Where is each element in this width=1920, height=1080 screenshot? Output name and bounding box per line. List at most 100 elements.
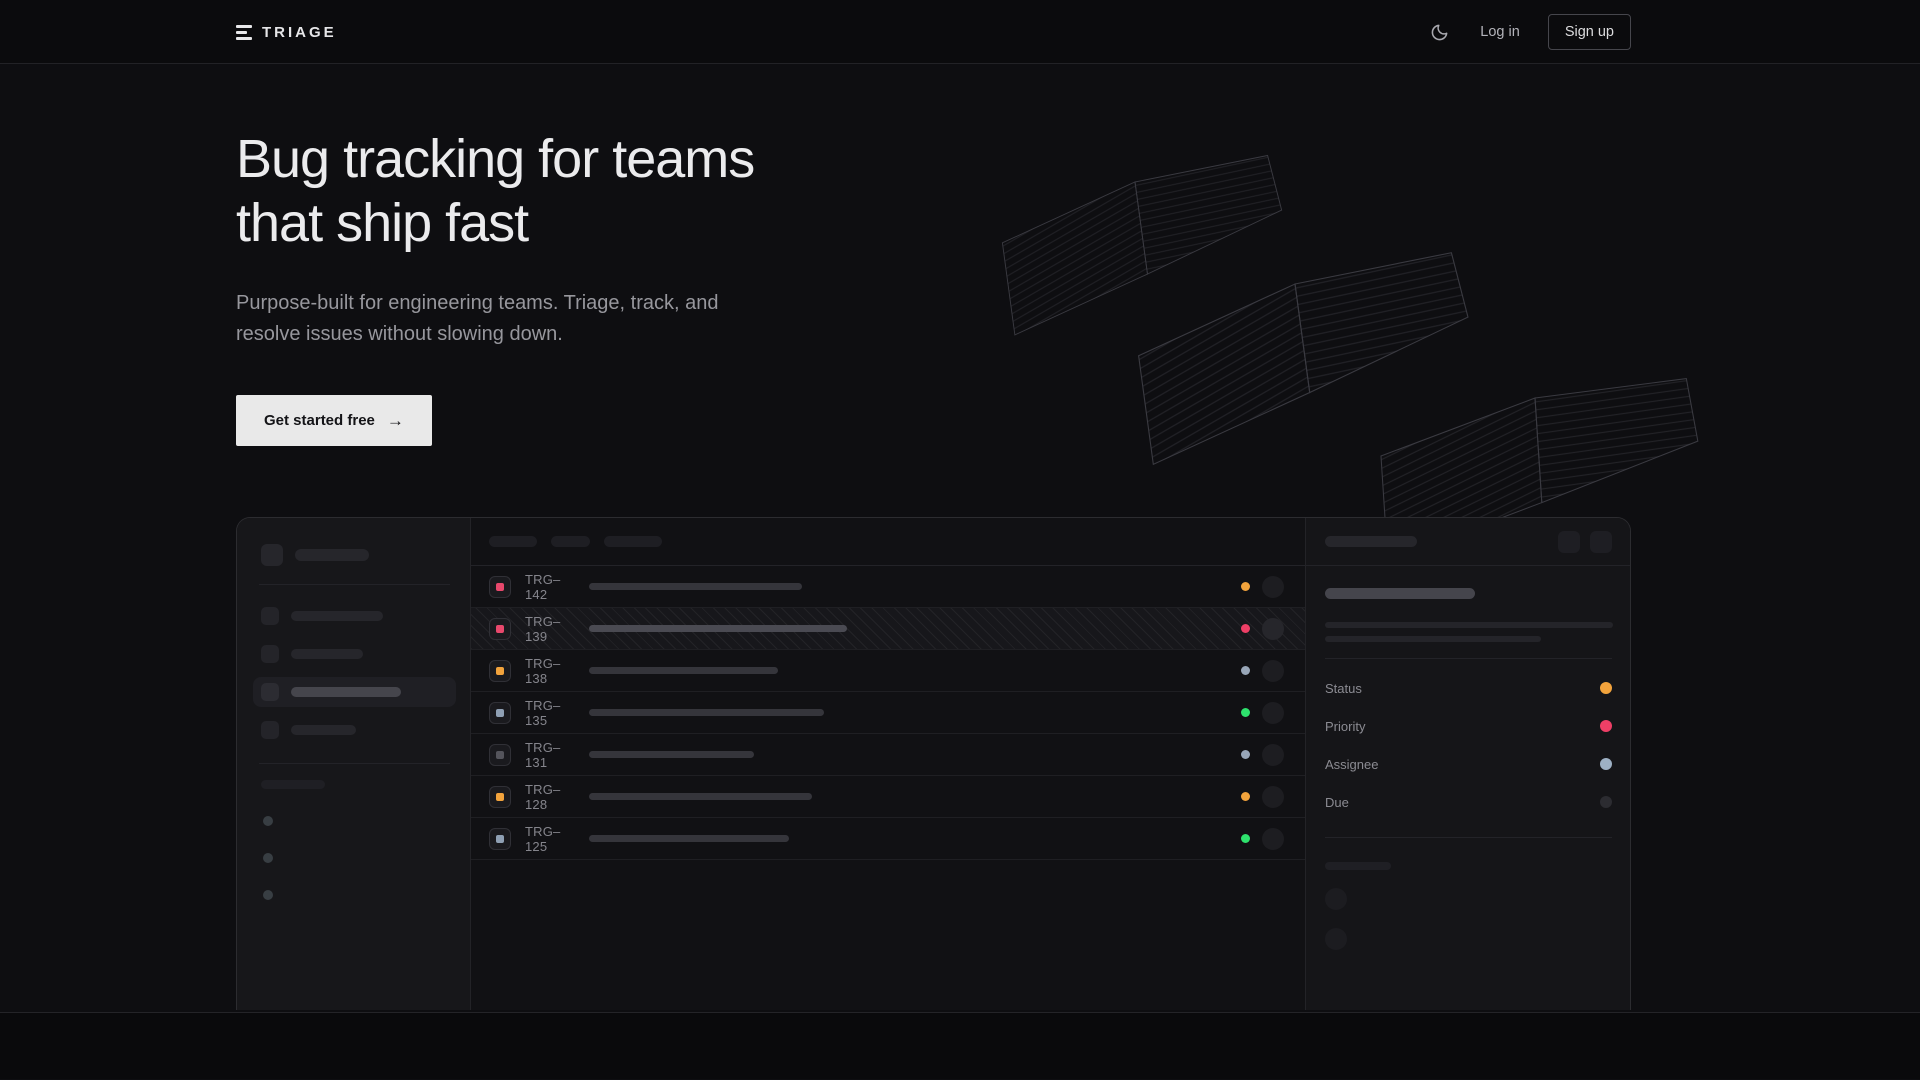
skeleton-dot [263,816,273,826]
skeleton-section-label [261,780,325,789]
skeleton-issue-title [589,835,789,842]
mockup-sidebar-nav [261,601,448,745]
signup-button[interactable]: Sign up [1548,14,1631,50]
issue-row: TRG–138 [471,650,1305,692]
skeleton-line [1325,636,1541,642]
detail-header [1306,518,1630,566]
triage-bars-icon [236,25,252,40]
skeleton-tab-pill [551,536,590,547]
mockup-detail-panel: Status Priority Assignee Due [1305,518,1630,1010]
issue-type-icon [489,618,511,640]
issue-row: TRG–125 [471,818,1305,860]
issue-type-icon [489,786,511,808]
issue-type-icon [489,744,511,766]
issue-id: TRG–142 [525,572,577,602]
skeleton-avatar [1325,888,1347,910]
detail-field-dot [1600,682,1612,694]
skeleton-title-bar [1325,588,1475,599]
issue-type-icon [489,660,511,682]
skeleton-bar [1325,536,1417,547]
skeleton-tab-pill [489,536,537,547]
detail-field-row: Priority [1325,707,1612,745]
issue-type-icon [489,702,511,724]
issue-type-icon [489,576,511,598]
issue-type-icon [489,828,511,850]
detail-action-square [1558,531,1580,553]
detail-field-dot [1600,796,1612,808]
skeleton-bar [295,549,369,561]
skeleton-issue-title [589,709,824,716]
detail-field-dot [1600,720,1612,732]
arrow-right-icon: → [387,411,404,431]
skeleton-avatar [1325,928,1347,950]
skeleton-issue-title [589,625,847,632]
skeleton-bar [291,725,356,735]
detail-field-row: Due [1325,783,1612,821]
mockup-sidebar-brand [261,544,448,566]
sidebar-nav-icon [261,645,279,663]
moon-icon [1430,23,1449,42]
page-footer [0,1013,1920,1079]
assignee-avatar [1262,828,1284,850]
issue-row: TRG–131 [471,734,1305,776]
skeleton-bar [291,649,363,659]
priority-dot [1241,708,1250,717]
divider [259,584,450,585]
assignee-avatar [1262,576,1284,598]
skeleton-bar [1325,862,1391,870]
issue-id: TRG–135 [525,698,577,728]
divider [1325,658,1612,659]
skeleton-tab-pill [604,536,662,547]
sidebar-nav-item [253,677,456,707]
skeleton-issue-title [589,583,802,590]
skeleton-line [1325,622,1613,628]
mockup-issue-list: TRG–142 TRG–139 TRG–138 TRG–135 [471,518,1305,1010]
priority-dot [1241,666,1250,675]
issue-row: TRG–135 [471,692,1305,734]
detail-field-label: Due [1325,795,1349,810]
assignee-avatar [1262,702,1284,724]
detail-field-label: Priority [1325,719,1365,734]
priority-dot [1241,582,1250,591]
sidebar-nav-icon [261,607,279,625]
skeleton-bar [291,611,383,621]
login-link[interactable]: Log in [1480,24,1520,40]
hero-heading: Bug tracking for teams that ship fast [236,64,1631,255]
issue-row: TRG–142 [471,566,1305,608]
issue-row: TRG–128 [471,776,1305,818]
issue-id: TRG–128 [525,782,577,812]
issue-id: TRG–131 [525,740,577,770]
detail-field-row: Status [1325,669,1612,707]
issue-id: TRG–138 [525,656,577,686]
sidebar-nav-item [253,715,456,745]
sidebar-brand-icon [261,544,283,566]
app-mockup: TRG–142 TRG–139 TRG–138 TRG–135 [236,517,1631,1010]
top-nav: TRIAGE Log in Sign up [0,0,1920,64]
issue-id: TRG–125 [525,824,577,854]
detail-fields: Status Priority Assignee Due [1325,669,1612,821]
brand-logo[interactable]: TRIAGE [236,24,337,41]
sidebar-nav-item [253,639,456,669]
priority-dot [1241,624,1250,633]
issue-id: TRG–139 [525,614,577,644]
skeleton-dot [263,853,273,863]
mockup-sidebar [237,518,471,1010]
hero-section: Bug tracking for teams that ship fast Pu… [0,64,1920,1013]
dark-mode-toggle[interactable] [1430,21,1452,43]
detail-field-label: Assignee [1325,757,1378,772]
skeleton-dot [263,890,273,900]
detail-action-square [1590,531,1612,553]
skeleton-issue-title [589,793,812,800]
issue-list-header [471,518,1305,566]
detail-field-label: Status [1325,681,1362,696]
brand-name: TRIAGE [262,24,337,41]
assignee-avatar [1262,744,1284,766]
get-started-button[interactable]: Get started free → [236,395,432,446]
skeleton-issue-title [589,751,754,758]
skeleton-bar [291,687,401,697]
priority-dot [1241,792,1250,801]
skeleton-issue-title [589,667,778,674]
priority-dot [1241,834,1250,843]
assignee-avatar [1262,660,1284,682]
issue-list-rows: TRG–142 TRG–139 TRG–138 TRG–135 [471,566,1305,860]
